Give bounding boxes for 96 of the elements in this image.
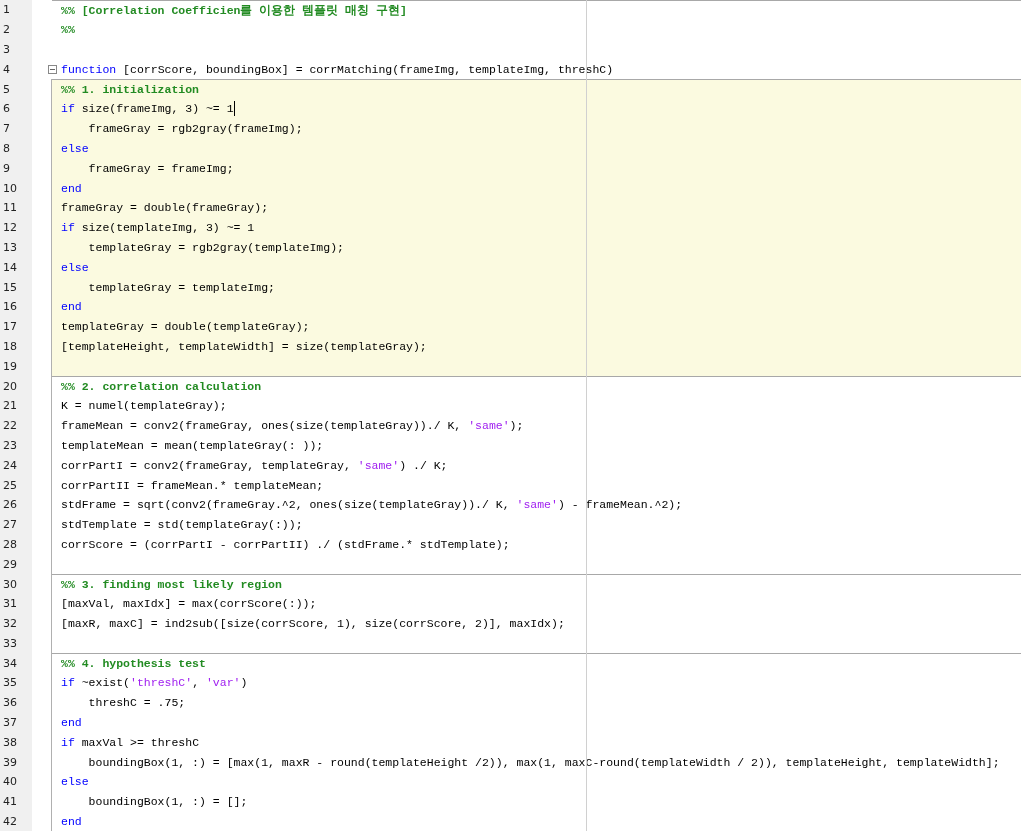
code-text: ); xyxy=(509,419,524,433)
code-keyword: if xyxy=(61,735,75,749)
code-string: 'same' xyxy=(357,458,400,472)
line-number: 4 xyxy=(3,62,10,76)
section-title: %% [Correlation Coefficien를 이용한 템플릿 매칭 구현] xyxy=(61,2,407,18)
code-string: 'same' xyxy=(468,419,510,433)
line-number: 10 xyxy=(3,181,17,195)
code-text: frameGray = frameImg; xyxy=(87,161,234,175)
code-keyword: if xyxy=(61,102,75,116)
line-number: 32 xyxy=(3,617,17,631)
line-number: 7 xyxy=(3,122,10,136)
line-number: 30 xyxy=(3,577,17,591)
line-number: 25 xyxy=(3,478,17,492)
code-keyword: function xyxy=(61,62,117,76)
code-text: maxVal >= threshC xyxy=(80,735,200,749)
line-number: 41 xyxy=(3,795,17,809)
line-number: 11 xyxy=(3,201,17,215)
code-string: 'same' xyxy=(516,498,558,512)
line-number: 22 xyxy=(3,419,17,433)
code-text: templateMean = mean(templateGray(: )); xyxy=(61,438,324,452)
code-text: templateGray = templateImg; xyxy=(87,280,275,294)
line-number: 3 xyxy=(3,43,10,56)
code-text: ) - frameMean.^2); xyxy=(557,498,683,512)
line-number: 38 xyxy=(3,735,17,749)
section-title: %% 3. finding most likely region xyxy=(61,578,282,591)
code-text: corrScore = (corrPartI - corrPartII) ./ (stdFrame.* stdTemplate); xyxy=(61,537,510,551)
code-text: [templateHeight, templateWidth] = size(templateGray); xyxy=(61,339,427,353)
line-number: 21 xyxy=(3,399,17,413)
line-number: 31 xyxy=(3,597,17,611)
line-number: 34 xyxy=(3,656,17,670)
line-number: 14 xyxy=(3,260,17,274)
line-number: 19 xyxy=(3,359,17,373)
code-text: [maxVal, maxIdx] = max(corrScore(:)); xyxy=(61,597,317,611)
line-number: 13 xyxy=(3,240,17,254)
code-text: boundingBox(1, :) = [max(1, maxR - round(templateHeight /2)), max(1, maxC-round(templateWidth / 2)), templateHeight, templateWidth]; xyxy=(87,755,1000,769)
line-number: 20 xyxy=(3,379,17,393)
code-text: frameGray = rgb2gray(frameImg); xyxy=(87,122,303,136)
line-number: 37 xyxy=(3,716,17,730)
line-number: 12 xyxy=(3,221,17,235)
code-text: templateGray = rgb2gray(templateImg); xyxy=(87,240,344,254)
code-text: frameGray = double(frameGray); xyxy=(61,201,269,215)
code-text: [corrScore, boundingBox] = corrMatching(frameImg, templateImg, threshC) xyxy=(122,62,614,76)
code-keyword: if xyxy=(61,676,75,690)
line-number: 6 xyxy=(3,102,10,116)
code-string: 'var' xyxy=(205,676,241,690)
code-string: 'threshC' xyxy=(130,676,193,690)
code-text: stdFrame = sqrt(conv2(frameGray.^2, ones(size(templateGray))./ K, xyxy=(61,498,511,512)
line-number: 8 xyxy=(3,141,10,155)
code-text: threshC = .75; xyxy=(87,696,186,710)
code-keyword: end xyxy=(61,300,82,314)
code-text: corrPartII = frameMean.* templateMean; xyxy=(61,478,324,492)
code-keyword: end xyxy=(61,815,82,829)
section-title: %% 4. hypothesis test xyxy=(61,657,206,671)
line-number: 40 xyxy=(3,775,17,789)
code-keyword: end xyxy=(61,181,82,195)
line-number: 29 xyxy=(3,557,17,571)
code-keyword: else xyxy=(61,260,89,274)
code-text: [maxR, maxC] = ind2sub([size(corrScore, 1), size(corrScore, 2)], maxIdx); xyxy=(61,617,565,631)
code-keyword: else xyxy=(61,775,89,789)
section-title: %% 1. initialization xyxy=(61,83,200,97)
line-number: 16 xyxy=(3,300,17,314)
code-text: boundingBox(1, :) = []; xyxy=(87,795,248,809)
code-keyword: else xyxy=(61,141,89,155)
line-number: 26 xyxy=(3,498,17,512)
line-number: 2 xyxy=(3,23,10,37)
line-number: 18 xyxy=(3,339,17,353)
line-number: 23 xyxy=(3,438,17,452)
line-number: 1 xyxy=(3,3,10,17)
code-text: templateGray = double(templateGray); xyxy=(61,320,310,334)
section-title: %% 2. correlation calculation xyxy=(61,380,262,394)
code-text: stdTemplate = std(templateGray(:)); xyxy=(61,518,303,532)
code-keyword: if xyxy=(61,221,75,235)
line-number: 28 xyxy=(3,537,17,551)
code-text: corrPartI = conv2(frameGray, templateGray, xyxy=(61,458,352,472)
line-number: 42 xyxy=(3,815,17,829)
code-text: K = numel(templateGray); xyxy=(61,399,227,413)
line-number: 35 xyxy=(3,676,17,690)
line-number: 5 xyxy=(3,82,10,96)
code-keyword: end xyxy=(61,716,82,730)
code-text: ) xyxy=(240,676,248,690)
code-text: size(templateImg, 3) ~= 1 xyxy=(80,221,255,235)
line-number: 17 xyxy=(3,320,17,334)
code-text: ) ./ K; xyxy=(399,458,448,472)
collapse-icon[interactable] xyxy=(48,64,57,74)
code-text: frameMean = conv2(frameGray, ones(size(templateGray))./ K, xyxy=(61,419,463,433)
section-title: %% xyxy=(61,23,75,37)
line-number: 36 xyxy=(3,696,17,710)
line-number: 15 xyxy=(3,280,17,294)
line-number: 27 xyxy=(3,518,17,532)
code-text: ~exist( xyxy=(80,676,131,690)
code-text: , xyxy=(192,676,201,690)
code-text: size(frameImg, 3) ~= 1 xyxy=(80,102,234,116)
line-number: 39 xyxy=(3,755,17,769)
line-number: 24 xyxy=(3,458,17,472)
line-number: 9 xyxy=(3,161,10,175)
line-number: 33 xyxy=(3,636,17,650)
